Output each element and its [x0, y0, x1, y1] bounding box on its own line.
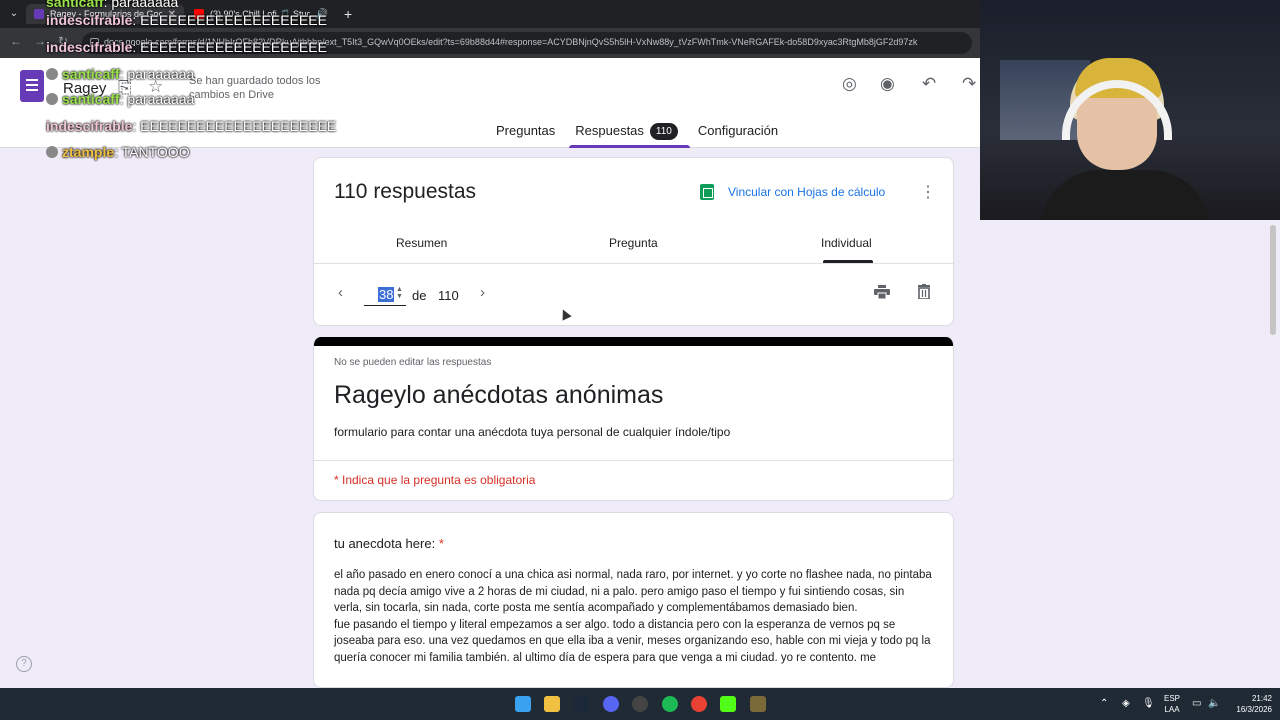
forward-icon[interactable]: → — [34, 34, 46, 48]
pager-de-label: de — [412, 288, 427, 303]
print-icon[interactable] — [874, 285, 890, 299]
responses-count-title: 110 respuestas — [334, 180, 477, 203]
clock-time: 21:42 — [1251, 694, 1272, 703]
windows-start-icon[interactable] — [515, 696, 531, 712]
link-sheets-label: Vincular con Hojas de cálculo — [728, 185, 886, 199]
tab-configuracion[interactable]: Configuración — [698, 118, 778, 148]
forms-favicon-icon — [34, 9, 44, 19]
tray-chevron-icon[interactable]: ⌃ — [1100, 698, 1108, 709]
answer-card: tu anecdota here: * el año pasado en ene… — [313, 512, 954, 688]
required-note: * Indica que la pregunta es obligatoria — [334, 473, 536, 487]
canvas-right-area — [980, 220, 1280, 688]
divider — [314, 460, 953, 461]
tab-label: Preguntas — [496, 123, 556, 138]
tab-respuestas[interactable]: Respuestas 110 — [569, 118, 690, 148]
form-tabs: Preguntas Respuestas 110 Configuración — [496, 118, 778, 148]
preview-eye-icon[interactable]: ◉ — [880, 74, 895, 94]
next-response-icon[interactable]: › — [480, 284, 485, 301]
tab-pregunta[interactable]: Pregunta — [609, 236, 658, 250]
chat-avatar-icon — [46, 68, 58, 80]
current-response-number: 38 — [378, 287, 395, 302]
response-view-tabs: Resumen Pregunta Individual — [314, 228, 953, 264]
responses-summary-card: 110 respuestas Vincular con Hojas de cál… — [313, 157, 954, 326]
form-title: Rageylo anécdotas anónimas — [334, 381, 664, 409]
windows-taskbar: ⌃ ◈ 🎙 ESP LAA ▭ 🔈 21:42 16/3/2026 — [0, 688, 1280, 720]
chat-message: indescifrable: EEEEEEEEEEEEEEEEEEEEE — [46, 118, 337, 134]
tab-individual[interactable]: Individual — [821, 236, 872, 250]
network-icon[interactable]: ▭ — [1192, 698, 1201, 709]
active-tab-indicator — [823, 260, 873, 263]
tab-search-chevron-icon[interactable]: ⌄ — [6, 6, 22, 22]
no-edit-notice: No se pueden editar las respuestas — [334, 357, 492, 368]
response-count-badge: 110 — [649, 123, 678, 140]
tab-resumen[interactable]: Resumen — [396, 236, 447, 250]
spotify-icon[interactable] — [662, 696, 678, 712]
spinner-arrows-icon[interactable]: ▲ ▼ — [396, 286, 403, 300]
more-options-icon[interactable]: ⋮ — [920, 182, 936, 202]
form-accent-bar — [314, 337, 953, 346]
link-sheets-button[interactable]: Vincular con Hojas de cálculo — [700, 184, 885, 200]
previous-response-icon[interactable]: ‹ — [338, 284, 343, 301]
webcam-feed — [980, 0, 1280, 220]
sheets-icon — [700, 184, 714, 200]
palette-icon[interactable]: ◎ — [842, 74, 857, 94]
response-number-input[interactable]: 38 ▲ ▼ — [364, 284, 406, 306]
chat-message: santicaff: paraaaaaa — [46, 66, 194, 82]
language-code: ESP — [1164, 694, 1181, 703]
saved-status: Se han guardado todos los cambios en Dri… — [189, 75, 321, 101]
discord-icon[interactable] — [603, 696, 619, 712]
help-icon[interactable]: ? — [16, 656, 32, 672]
tab-label: Respuestas — [575, 123, 644, 138]
chat-message: santicaff: paraaaaaa — [46, 0, 179, 10]
form-header-card: No se pueden editar las respuestas Ragey… — [313, 337, 954, 501]
scrollbar-thumb[interactable] — [1270, 225, 1276, 335]
minecraft-icon[interactable] — [750, 696, 766, 712]
streamer-shirt — [1040, 170, 1210, 220]
google-forms-logo-icon[interactable] — [20, 70, 44, 102]
question-label: tu anecdota here: * — [334, 536, 444, 551]
delete-response-icon[interactable] — [918, 284, 930, 299]
keyboard-layout: LAA — [1164, 705, 1180, 714]
tab-label: Configuración — [697, 123, 779, 138]
redo-icon[interactable]: ↷ — [962, 74, 976, 94]
answer-text: el año pasado en enero conocí a una chic… — [334, 569, 932, 664]
obs-icon[interactable] — [632, 696, 648, 712]
new-tab-icon[interactable]: + — [344, 6, 352, 22]
form-description: formulario para contar una anécdota tuya… — [334, 425, 731, 439]
defender-icon[interactable]: ◈ — [1122, 698, 1130, 709]
chat-message: santicaff: paraaaaaa — [46, 91, 194, 107]
total-responses: 110 — [438, 288, 459, 303]
chat-avatar-icon — [46, 93, 58, 105]
undo-icon[interactable]: ↶ — [922, 74, 936, 94]
chrome-icon[interactable] — [691, 696, 707, 712]
chat-message: indescifrable: EEEEEEEEEEEEEEEEEEEE — [46, 12, 327, 28]
steam-icon[interactable] — [573, 696, 589, 712]
kick-icon[interactable] — [720, 696, 736, 712]
tab-preguntas[interactable]: Preguntas — [496, 118, 555, 148]
microphone-icon[interactable]: 🎙 — [1142, 698, 1155, 709]
file-explorer-icon[interactable] — [544, 696, 560, 712]
clock-date: 16/3/2026 — [1236, 705, 1272, 714]
system-clock[interactable]: 21:42 16/3/2026 — [1228, 693, 1272, 715]
chat-avatar-icon — [46, 146, 58, 158]
language-indicator[interactable]: ESP LAA — [1164, 693, 1180, 715]
question-text: tu anecdota here: — [334, 536, 439, 551]
volume-icon[interactable]: 🔈 — [1208, 698, 1220, 709]
back-icon[interactable]: ← — [10, 34, 22, 48]
required-star: * — [438, 536, 444, 551]
chat-message: ztample: TANTOOO — [46, 144, 190, 160]
chat-message: indescifrable: EEEEEEEEEEEEEEEEEEEE — [46, 39, 327, 55]
response-pager: ‹ 38 ▲ ▼ de 110 › — [314, 278, 953, 318]
